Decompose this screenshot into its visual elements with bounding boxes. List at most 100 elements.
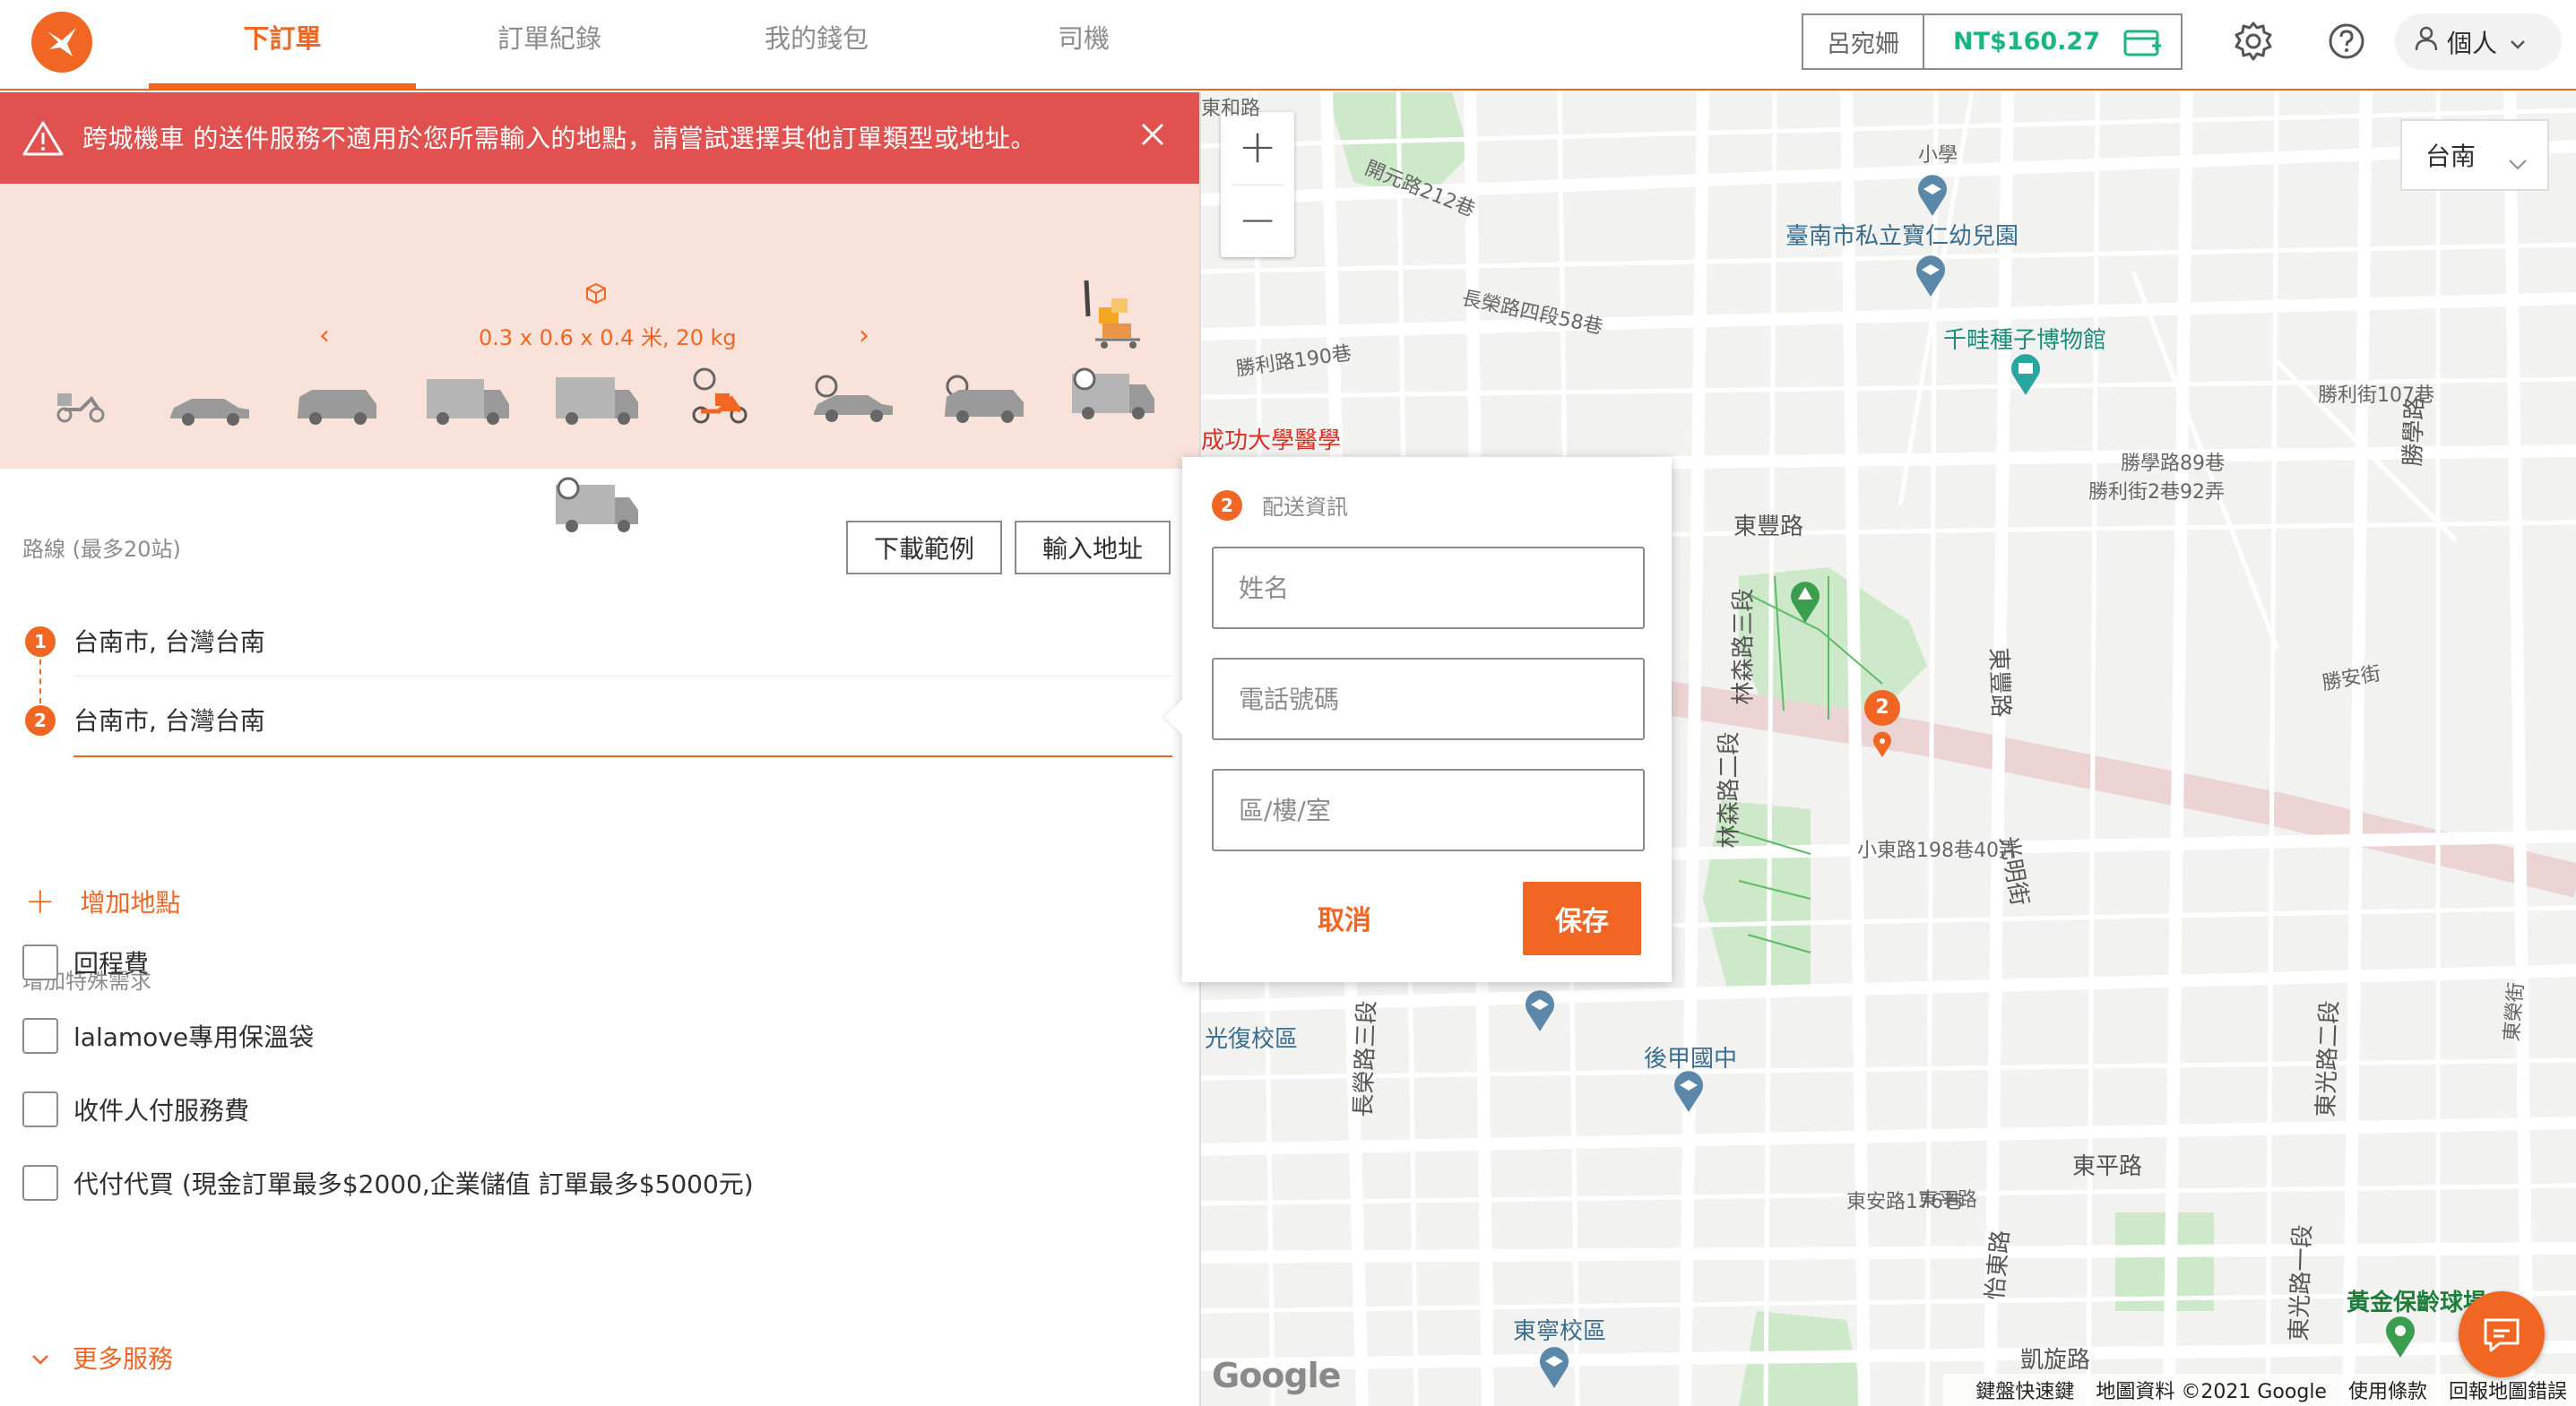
cross-city-truck-icon[interactable] [552, 476, 640, 539]
cross-city-mpv-icon[interactable] [941, 374, 1027, 427]
checkbox[interactable] [22, 945, 58, 980]
account-label: 個人 [2447, 28, 2498, 58]
option-return-fee[interactable]: 回程費 [22, 945, 149, 980]
popup-title: 2 配送資訊 [1212, 489, 1348, 521]
map-label-road: 凱旋路 [2020, 1347, 2091, 1374]
map-label-road: 東和路 [1201, 98, 1261, 120]
map-label-road: 東平路 [1918, 1189, 1978, 1212]
school-pin-icon[interactable] [1522, 988, 1558, 1037]
error-banner: 跨城機車 的送件服務不適用於您所需輸入的地點，請嘗試選擇其他訂單類型或地址。 [0, 92, 1199, 184]
chevron-down-icon [2510, 27, 2526, 56]
tab-order-history[interactable]: 訂單紀錄 [416, 0, 683, 89]
map-label-road: 東光路二段 [2312, 1000, 2344, 1118]
vehicle-selector: ‹ 0.3 x 0.6 x 0.4 米, 20 kg › [0, 184, 1199, 532]
school-pin-icon[interactable] [1915, 173, 1950, 221]
option-label: 代付代買 (現金訂單最多$2000,企業儲值 訂單最多$5000元) [73, 1169, 754, 1199]
museum-pin-icon[interactable] [2008, 352, 2044, 401]
option-purchase-service[interactable]: 代付代買 (現金訂單最多$2000,企業儲值 訂單最多$5000元) [22, 1165, 754, 1201]
chevron-left-icon[interactable]: ‹ [319, 320, 330, 351]
gear-icon[interactable] [2232, 20, 2275, 63]
phone-field[interactable] [1212, 658, 1645, 740]
map-label-museum: 千畦種子博物館 [1943, 327, 2107, 354]
close-icon[interactable] [1140, 122, 1165, 151]
option-recipient-pays[interactable]: 收件人付服務費 [22, 1091, 249, 1127]
cross-city-van-icon[interactable] [1068, 367, 1156, 427]
bowling-pin-icon[interactable] [2382, 1315, 2418, 1363]
motorcycle-icon[interactable] [54, 388, 108, 427]
zoom-out-button[interactable]: − [1221, 185, 1294, 258]
park-pin-icon[interactable] [1787, 580, 1823, 628]
lalamove-bird-icon[interactable] [31, 12, 92, 73]
vehicle-dimensions: 0.3 x 0.6 x 0.4 米, 20 kg [479, 325, 737, 350]
map-label-kindergarten: 臺南市私立寶仁幼兒園 [1785, 223, 2019, 250]
more-services-label: 更多服務 [73, 1344, 174, 1374]
wallet-add-icon[interactable] [2123, 28, 2163, 62]
chevron-down-icon [2508, 148, 2528, 177]
location-pin-icon[interactable] [1871, 730, 1893, 763]
terms-link[interactable]: 使用條款 [2348, 1376, 2427, 1404]
cancel-button[interactable]: 取消 [1286, 882, 1403, 953]
zoom-in-button[interactable]: + [1221, 112, 1294, 185]
top-header: 下訂單 訂單紀錄 我的錢包 司機 呂宛姍 NT$160.27 個人 [0, 0, 2576, 91]
checkbox[interactable] [22, 1091, 58, 1127]
wallet-widget[interactable]: 呂宛姍 NT$160.27 [1802, 13, 2183, 70]
error-message: 跨城機車 的送件服務不適用於您所需輸入的地點，請嘗試選擇其他訂單類型或地址。 [82, 124, 1036, 153]
stop-row-2[interactable]: 2 台南市, 台灣台南 [0, 675, 1174, 755]
map-data-credit: 地圖資料 ©2021 Google [2096, 1381, 2327, 1403]
chat-bubble-icon [2484, 1318, 2520, 1352]
tab-drivers[interactable]: 司機 [950, 0, 1217, 89]
checkbox[interactable] [22, 1018, 58, 1054]
download-template-button[interactable]: 下載範例 [846, 521, 1002, 574]
mpv-icon[interactable] [294, 384, 380, 429]
chat-support-button[interactable] [2459, 1291, 2545, 1377]
step-number-badge: 2 [1212, 489, 1242, 521]
warning-icon [22, 120, 64, 160]
stop-row-1[interactable]: 1 台南市, 台灣台南 [0, 594, 1174, 675]
chevron-right-icon[interactable]: › [859, 320, 869, 351]
add-stop-button[interactable]: + 增加地點 [25, 881, 181, 922]
option-label: 回程費 [73, 949, 150, 979]
add-stop-label: 增加地點 [80, 888, 181, 918]
option-thermal-bag[interactable]: lalamove專用保溫袋 [22, 1018, 314, 1054]
import-address-button[interactable]: 輸入地址 [1015, 521, 1171, 574]
truck-icon[interactable] [552, 374, 640, 431]
unit-field[interactable] [1212, 769, 1645, 851]
account-menu[interactable]: 個人 [2395, 13, 2562, 70]
map-label-road: 勝利街107巷 [2318, 384, 2434, 407]
map-label-road: 林森路三段 [1730, 588, 1758, 705]
plus-icon: + [25, 881, 56, 922]
map-label-road: 小東路198巷40弄 [1857, 840, 2018, 862]
person-icon [2415, 26, 2438, 57]
car-icon[interactable] [167, 392, 253, 431]
map-label-school3: 東寧校區 [1513, 1318, 1607, 1345]
save-button[interactable]: 保存 [1523, 882, 1641, 955]
question-circle-icon[interactable] [2325, 20, 2368, 63]
cross-city-motorcycle-icon[interactable] [688, 367, 751, 431]
map-label-school4: 光復校區 [1205, 1026, 1299, 1053]
map-label-road: 東光路一段 [2286, 1224, 2317, 1342]
name-field[interactable] [1212, 547, 1645, 629]
school-pin-icon[interactable] [1913, 254, 1949, 302]
popup-title-label: 配送資訊 [1262, 495, 1348, 520]
delivery-info-popup: 2 配送資訊 取消 保存 [1164, 457, 1672, 982]
keyboard-shortcuts-link[interactable]: 鍵盤快速鍵 [1975, 1376, 2074, 1404]
more-services-toggle[interactable]: 更多服務 [31, 1340, 173, 1376]
zoom-control: + − [1221, 112, 1294, 257]
chevron-down-icon [31, 1343, 49, 1373]
map-label-road: 勝利街2巷92弄 [2088, 481, 2225, 504]
map-label-road: 勝學路89巷 [2121, 453, 2225, 475]
map-label-road: 東豐路 [1984, 647, 2014, 719]
tab-place-order[interactable]: 下訂單 [149, 0, 416, 89]
delivery-pin-marker[interactable]: 2 [1864, 690, 1900, 726]
stop-number-badge: 2 [25, 705, 56, 736]
courier-illustration-icon [1068, 280, 1158, 374]
checkbox[interactable] [22, 1165, 58, 1201]
report-error-link[interactable]: 回報地圖錯誤 [2449, 1376, 2567, 1404]
cross-city-car-icon[interactable] [810, 374, 896, 427]
school-pin-icon[interactable] [1671, 1069, 1707, 1117]
tab-my-wallet[interactable]: 我的錢包 [683, 0, 950, 89]
van-icon[interactable] [423, 374, 511, 431]
option-label: 收件人付服務費 [73, 1096, 250, 1126]
city-select[interactable]: 台南 [2400, 119, 2549, 191]
map-label-hospital: 成功大學醫學 [1201, 427, 1342, 454]
